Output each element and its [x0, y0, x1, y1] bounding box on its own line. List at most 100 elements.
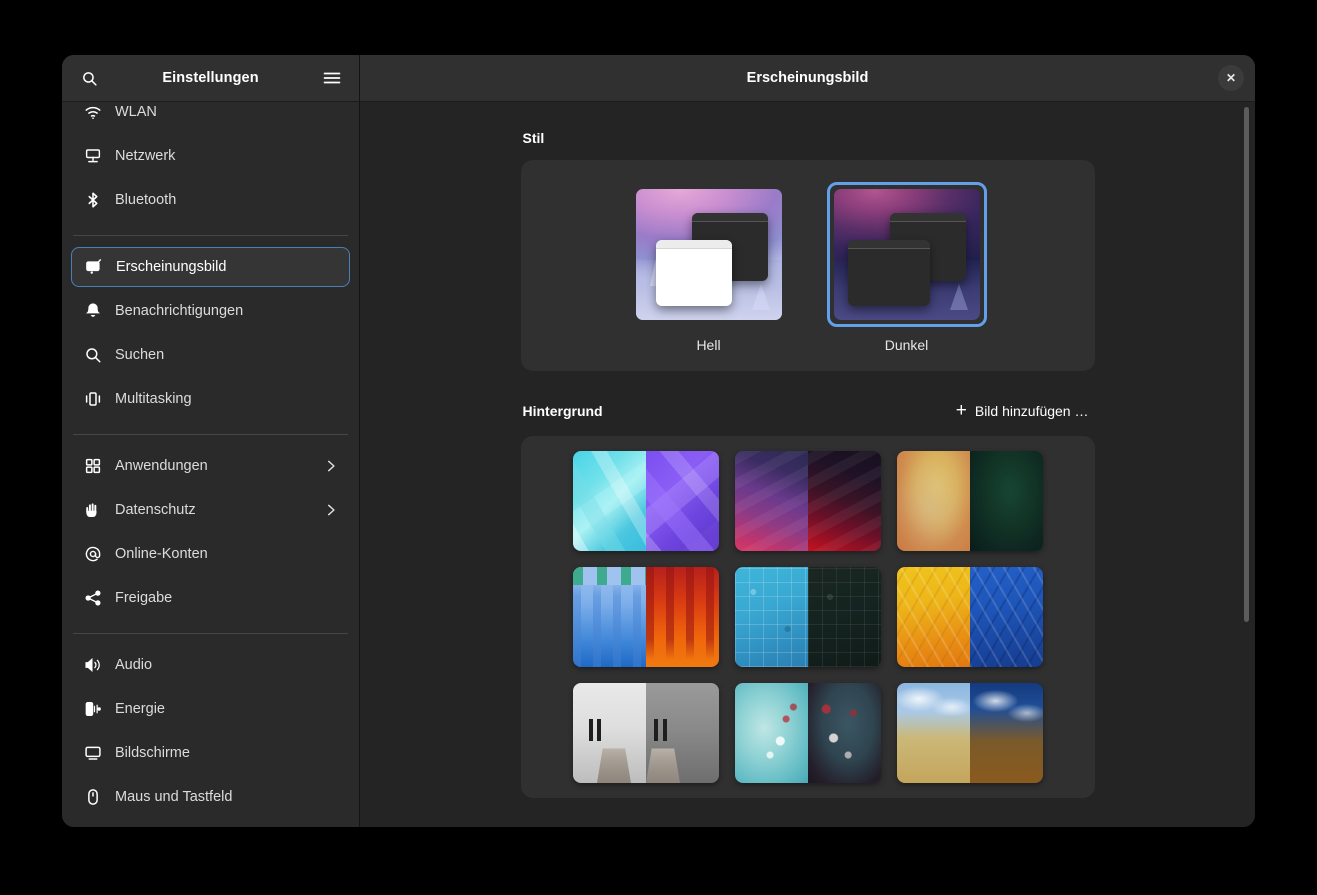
wallpaper-dark-half: [807, 683, 881, 783]
scrollbar-thumb[interactable]: [1244, 107, 1249, 622]
style-section-title: Stil: [522, 130, 545, 146]
tree-decor-icon: [751, 283, 770, 310]
sidebar-item-audio[interactable]: Audio: [71, 645, 350, 685]
sidebar-item-benachrichtigungen[interactable]: Benachrichtigungen: [71, 291, 350, 331]
style-preview-light: [635, 189, 782, 320]
sidebar-item-datenschutz[interactable]: Datenschutz: [71, 490, 350, 530]
sidebar-item-maus-und-tastfeld[interactable]: Maus und Tastfeld: [71, 777, 350, 817]
apps-grid-icon: [83, 457, 102, 476]
sidebar-item-label: WLAN: [115, 104, 157, 120]
pier-shape: [645, 748, 680, 783]
sidebar-item-anwendungen[interactable]: Anwendungen: [71, 446, 350, 486]
sidebar-item-freigabe[interactable]: Freigabe: [71, 578, 350, 618]
page-title: Erscheinungsbild: [746, 70, 869, 86]
sidebar-item-bildschirme[interactable]: Bildschirme: [71, 733, 350, 773]
background-section-header: Hintergrund + Bild hinzufügen …: [521, 399, 1095, 422]
sidebar: Einstellungen WLAN Netzwerk Bluetooth Er…: [62, 55, 360, 827]
pier-post: [663, 719, 668, 741]
speaker-icon: [83, 656, 102, 675]
wallpaper-grid-card: [520, 436, 1095, 798]
wallpaper-light-half: [896, 567, 970, 667]
scroll-area: Stil Hell Dunkel Hintergrund + Bild hinz…: [360, 102, 1255, 827]
content-header: Erscheinungsbild ✕: [360, 55, 1255, 102]
sidebar-item-label: Anwendungen: [115, 458, 208, 474]
sidebar-item-suchen[interactable]: Suchen: [71, 335, 350, 375]
style-option-light[interactable]: Hell: [629, 182, 789, 353]
sidebar-item-wlan[interactable]: WLAN: [71, 102, 350, 132]
sidebar-group-apps-privacy: Anwendungen Datenschutz Online-Konten Fr…: [71, 444, 350, 624]
sidebar-item-list[interactable]: WLAN Netzwerk Bluetooth Erscheinungsbild…: [62, 102, 359, 827]
sidebar-group-hardware: Audio Energie Bildschirme Maus und Tastf…: [71, 643, 350, 827]
sidebar-item-label: Multitasking: [115, 391, 192, 407]
sidebar-item-label: Erscheinungsbild: [116, 259, 227, 275]
sidebar-item-label: Bluetooth: [115, 192, 177, 208]
wallpaper-grid: [535, 451, 1081, 783]
wallpaper-light-half: [734, 451, 808, 551]
sidebar-item-label: Audio: [115, 657, 153, 673]
wallpaper-dark-half: [645, 451, 719, 551]
wallpaper-dark-half: [969, 683, 1043, 783]
wallpaper-dark-half: [969, 451, 1043, 551]
style-chooser-card: Hell Dunkel: [520, 160, 1095, 371]
chevron-right-icon: [324, 503, 338, 517]
wallpaper-light-half: [572, 451, 646, 551]
sidebar-separator: [73, 434, 348, 435]
sidebar-item-label: Suchen: [115, 347, 165, 363]
style-option-label: Dunkel: [884, 337, 929, 353]
pier-shape: [597, 748, 631, 783]
multitasking-icon: [83, 390, 102, 409]
style-section: Stil Hell Dunkel: [520, 130, 1095, 371]
pier-post: [654, 719, 659, 741]
sidebar-item-bluetooth[interactable]: Bluetooth: [71, 180, 350, 220]
sidebar-item-erscheinungsbild[interactable]: Erscheinungsbild: [71, 247, 350, 287]
wallpaper-thumbnail[interactable]: [572, 451, 719, 551]
wallpaper-light-half: [572, 683, 646, 783]
wallpaper-thumbnail[interactable]: [572, 683, 719, 783]
share-icon: [83, 589, 102, 608]
sidebar-header: Einstellungen: [62, 55, 359, 102]
vertical-scrollbar[interactable]: [1242, 104, 1250, 825]
tree-decor-icon: [949, 283, 968, 310]
style-option-dark[interactable]: Dunkel: [826, 182, 987, 353]
sidebar-item-label: Freigabe: [115, 590, 173, 606]
add-picture-button-label: Bild hinzufügen …: [974, 402, 1089, 419]
bluetooth-icon: [83, 191, 102, 210]
wallpaper-thumbnail[interactable]: [734, 567, 881, 667]
background-section: Hintergrund + Bild hinzufügen …: [520, 399, 1095, 798]
style-option-label: Hell: [696, 337, 721, 353]
content-panel: Erscheinungsbild ✕ Stil Hell Dunkel Hint…: [360, 55, 1255, 827]
wallpaper-dark-half: [807, 567, 881, 667]
sidebar-item-tastatur[interactable]: Tastatur: [71, 821, 350, 827]
add-picture-button[interactable]: + Bild hinzufügen …: [952, 399, 1093, 422]
wallpaper-thumbnail[interactable]: [896, 451, 1043, 551]
close-icon[interactable]: ✕: [1218, 65, 1244, 91]
sidebar-item-label: Bildschirme: [115, 745, 190, 761]
sidebar-item-netzwerk[interactable]: Netzwerk: [71, 136, 350, 176]
style-preview-frame-light: [629, 182, 789, 327]
wallpaper-thumbnail[interactable]: [896, 683, 1043, 783]
sidebar-title: Einstellungen: [162, 70, 259, 86]
wallpaper-thumbnail[interactable]: [734, 451, 881, 551]
sidebar-item-label: Benachrichtigungen: [115, 303, 244, 319]
wallpaper-dark-half: [807, 451, 881, 551]
wallpaper-dark-half: [645, 567, 719, 667]
sidebar-group-personalization: Erscheinungsbild Benachrichtigungen Such…: [71, 245, 350, 425]
sidebar-item-online-konten[interactable]: Online-Konten: [71, 534, 350, 574]
sidebar-item-label: Energie: [115, 701, 165, 717]
search-icon[interactable]: [76, 65, 102, 91]
at-sign-icon: [83, 545, 102, 564]
plus-icon: +: [955, 400, 967, 421]
wallpaper-light-half: [572, 567, 646, 667]
wallpaper-dark-half: [645, 683, 719, 783]
hamburger-menu-icon[interactable]: [319, 65, 345, 91]
mini-window-front: [655, 240, 732, 306]
sidebar-item-multitasking[interactable]: Multitasking: [71, 379, 350, 419]
wallpaper-thumbnail[interactable]: [896, 567, 1043, 667]
content-scroll-container: Stil Hell Dunkel Hintergrund + Bild hinz…: [360, 102, 1255, 827]
wallpaper-thumbnail[interactable]: [572, 567, 719, 667]
sidebar-item-energie[interactable]: Energie: [71, 689, 350, 729]
wifi-icon: [83, 103, 102, 122]
wallpaper-thumbnail[interactable]: [734, 683, 881, 783]
sidebar-item-label: Netzwerk: [115, 148, 176, 164]
mouse-icon: [83, 788, 102, 807]
